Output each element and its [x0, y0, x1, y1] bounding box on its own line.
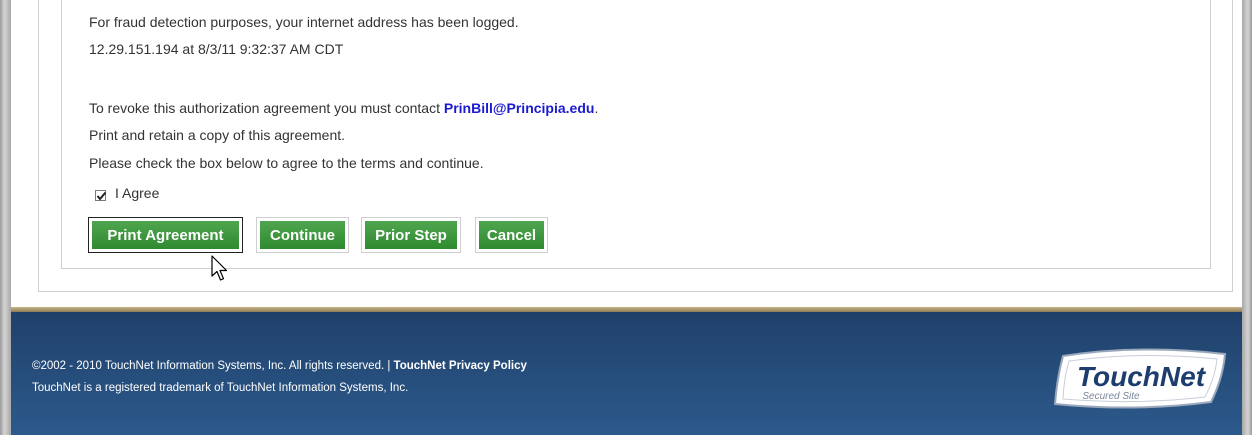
agree-label: I Agree	[115, 185, 160, 201]
revoke-notice: To revoke this authorization agreement y…	[89, 100, 598, 116]
cancel-button[interactable]: Cancel	[479, 221, 544, 249]
trademark-notice: TouchNet is a registered trademark of To…	[32, 382, 409, 394]
contact-email-link[interactable]: PrinBill@Principia.edu	[444, 100, 595, 116]
privacy-policy-link[interactable]: TouchNet Privacy Policy	[394, 360, 527, 372]
revoke-text: To revoke this authorization agreement y…	[89, 100, 444, 116]
copyright-line: ©2002 - 2010 TouchNet Information System…	[32, 360, 527, 372]
check-instruction: Please check the box below to agree to t…	[89, 155, 484, 171]
prior-step-button[interactable]: Prior Step	[365, 221, 457, 249]
continue-button[interactable]: Continue	[260, 221, 345, 249]
site-footer: ©2002 - 2010 TouchNet Information System…	[11, 312, 1242, 435]
fraud-notice: For fraud detection purposes, your inter…	[89, 14, 519, 30]
logo-tagline-text: Secured Site	[1082, 391, 1140, 402]
print-agreement-button[interactable]: Print Agreement	[92, 221, 239, 249]
print-agreement-button-frame: Print Agreement	[88, 217, 243, 253]
logo-brand-text: TouchNet	[1077, 361, 1207, 392]
revoke-suffix: .	[594, 100, 599, 116]
print-notice: Print and retain a copy of this agreemen…	[89, 127, 346, 143]
mouse-cursor-icon	[211, 255, 228, 281]
page: For fraud detection purposes, your inter…	[11, 0, 1242, 435]
copyright-text: ©2002 - 2010 TouchNet Information System…	[32, 360, 394, 372]
cancel-button-frame: Cancel	[475, 217, 548, 253]
continue-button-frame: Continue	[256, 217, 349, 253]
agree-checkbox[interactable]	[95, 190, 107, 201]
window-frame-left	[0, 0, 11, 435]
window-frame-right	[1242, 0, 1252, 435]
prior-step-button-frame: Prior Step	[361, 217, 461, 253]
touchnet-logo: TouchNet Secured Site	[1053, 348, 1227, 409]
logged-ip-timestamp: 12.29.151.194 at 8/3/11 9:32:37 AM CDT	[89, 41, 344, 57]
checkmark-icon	[96, 191, 107, 201]
